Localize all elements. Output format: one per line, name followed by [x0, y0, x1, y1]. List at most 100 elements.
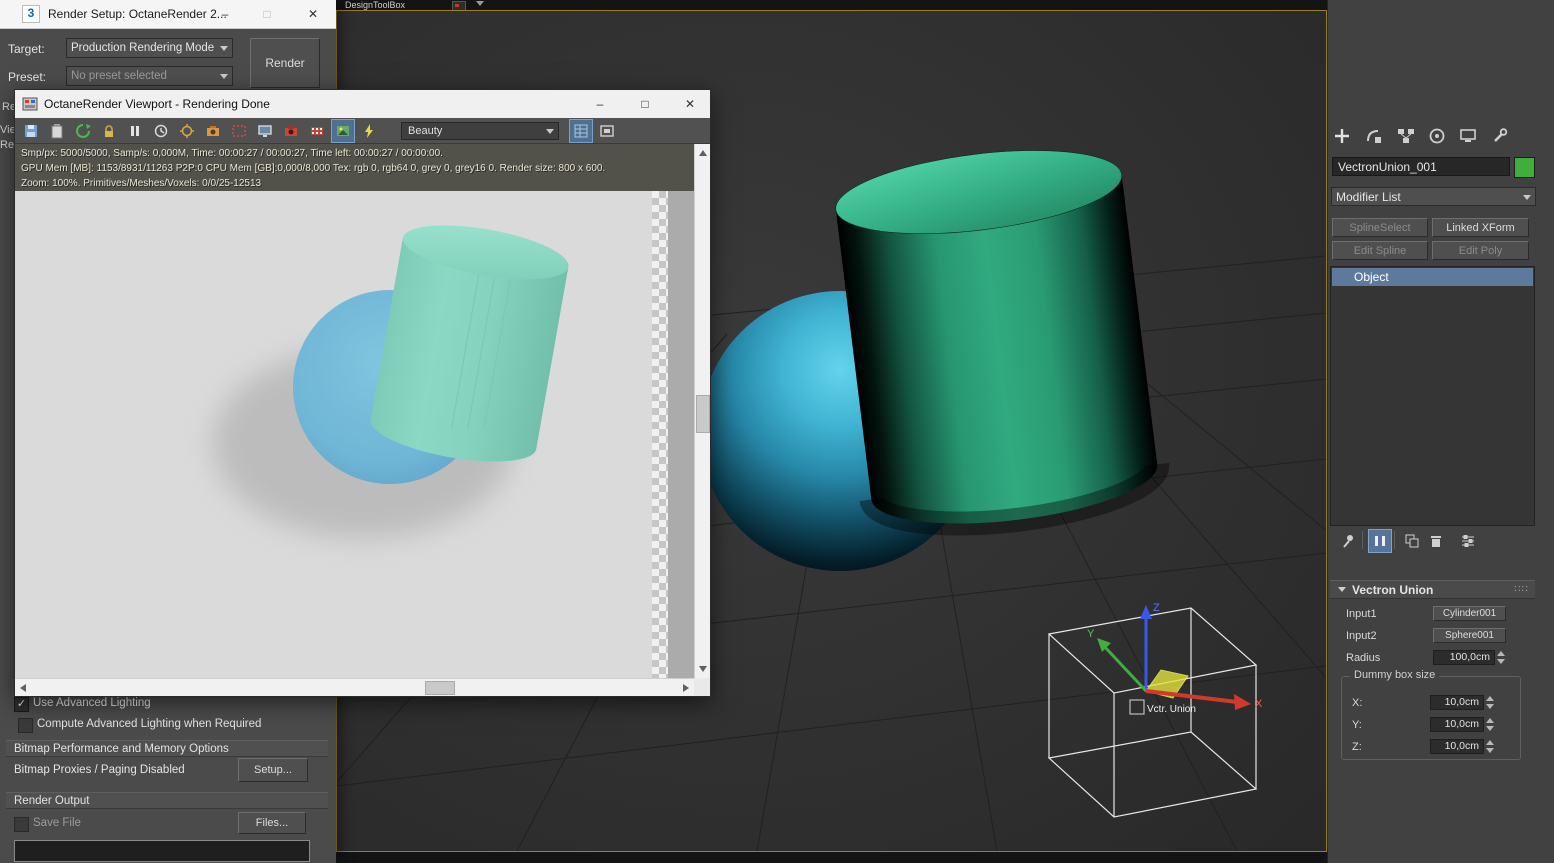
- chevron-down-icon: [220, 46, 228, 51]
- motion-tab-icon[interactable]: [1425, 124, 1449, 148]
- setup-button[interactable]: Setup...: [238, 758, 308, 782]
- octane-window-icon: [22, 97, 38, 111]
- cylinder-object[interactable]: [831, 137, 1170, 537]
- x-value[interactable]: 10,0cm: [1430, 695, 1484, 710]
- hierarchy-tab-icon[interactable]: [1394, 124, 1418, 148]
- create-tab-icon[interactable]: [1330, 124, 1354, 148]
- film-icon[interactable]: [305, 119, 329, 143]
- top-menu-bar: DesignToolBox: [336, 0, 1327, 10]
- object-color-swatch[interactable]: [1514, 157, 1535, 178]
- output-path-field[interactable]: [14, 840, 310, 862]
- command-panel: VectronUnion_001 Modifier List SplineSel…: [1327, 0, 1554, 863]
- close-button[interactable]: ✕: [302, 6, 324, 22]
- maximize-button[interactable]: □: [634, 96, 656, 112]
- z-spinner-arrows[interactable]: [1484, 739, 1495, 754]
- pin-stack-icon[interactable]: [1336, 529, 1360, 553]
- vertical-scroll-thumb[interactable]: [696, 395, 710, 433]
- render-output-header[interactable]: Render Output: [6, 792, 328, 809]
- render-setup-titlebar[interactable]: 3 Render Setup: OctaneRender 2...: [0, 0, 336, 29]
- linked-xform-button[interactable]: Linked XForm: [1432, 218, 1529, 237]
- compute-advanced-lighting-checkbox[interactable]: [18, 718, 33, 733]
- rollout-drag-handle[interactable]: ∷∷: [1514, 584, 1529, 595]
- designtoolbox-icon[interactable]: [452, 1, 466, 10]
- object-name-field[interactable]: VectronUnion_001: [1332, 157, 1510, 176]
- octane-viewport-window: OctaneRender Viewport - Rendering Done –…: [14, 89, 711, 697]
- show-end-result-icon[interactable]: [1368, 529, 1392, 553]
- horizontal-scroll-thumb[interactable]: [425, 681, 455, 695]
- horizontal-scrollbar[interactable]: [15, 678, 694, 696]
- minimize-button[interactable]: –: [214, 6, 236, 22]
- radius-spinner-arrows[interactable]: [1495, 650, 1506, 665]
- save-file-checkbox[interactable]: [14, 817, 29, 832]
- stack-item-object[interactable]: Object: [1332, 268, 1533, 286]
- remove-modifier-icon[interactable]: [1424, 529, 1448, 553]
- x-spinner[interactable]: 10,0cm: [1430, 695, 1495, 710]
- utilities-tab-icon[interactable]: [1488, 124, 1512, 148]
- camera-icon[interactable]: [201, 119, 225, 143]
- framebuffer-icon[interactable]: [595, 119, 619, 143]
- vectron-union-rollout-header[interactable]: Vectron Union ∷∷: [1330, 580, 1535, 599]
- z-label: Z:: [1352, 741, 1362, 753]
- image-margin: [668, 191, 694, 678]
- preset-dropdown[interactable]: No preset selected: [66, 66, 233, 86]
- render-region-icon[interactable]: [227, 119, 251, 143]
- chevron-down-icon[interactable]: [476, 1, 484, 6]
- screen-icon[interactable]: [253, 119, 277, 143]
- focus-picker-icon[interactable]: [175, 119, 199, 143]
- rollout-title: Vectron Union: [1352, 582, 1434, 597]
- use-advanced-lighting-checkbox[interactable]: ✓: [14, 697, 29, 712]
- vertical-scrollbar[interactable]: [694, 144, 710, 678]
- y-value[interactable]: 10,0cm: [1430, 717, 1484, 732]
- splineselect-button[interactable]: SplineSelect: [1332, 218, 1428, 237]
- reset-time-icon[interactable]: [149, 119, 173, 143]
- input2-pick-button[interactable]: Sphere001: [1433, 628, 1506, 643]
- copy-icon[interactable]: [45, 119, 69, 143]
- y-spinner-arrows[interactable]: [1484, 717, 1495, 732]
- clipped-label-fragment: Re: [0, 139, 15, 151]
- z-value[interactable]: 10,0cm: [1430, 739, 1484, 754]
- x-spinner-arrows[interactable]: [1484, 695, 1495, 710]
- rendered-image[interactable]: [15, 191, 652, 678]
- input1-pick-button[interactable]: Cylinder001: [1433, 606, 1506, 621]
- close-button[interactable]: ✕: [679, 96, 701, 112]
- texture-environment-icon[interactable]: [331, 118, 355, 143]
- modifier-stack-list[interactable]: Object: [1330, 266, 1535, 526]
- target-value: Production Rendering Mode: [71, 42, 215, 54]
- render-button[interactable]: Render: [250, 38, 320, 88]
- radius-value[interactable]: 100,0cm: [1433, 650, 1495, 665]
- y-label: Y:: [1352, 719, 1362, 731]
- edit-poly-button[interactable]: Edit Poly: [1432, 241, 1529, 260]
- target-label: Target:: [8, 42, 45, 56]
- modifier-list-dropdown[interactable]: Modifier List: [1331, 187, 1536, 206]
- restart-render-icon[interactable]: [71, 119, 95, 143]
- scroll-down-icon[interactable]: [699, 666, 707, 672]
- y-spinner[interactable]: 10,0cm: [1430, 717, 1495, 732]
- scroll-left-icon[interactable]: [20, 684, 26, 692]
- z-spinner[interactable]: 10,0cm: [1430, 739, 1495, 754]
- configure-modifier-sets-icon[interactable]: [1456, 529, 1480, 553]
- display-tab-icon[interactable]: [1456, 124, 1480, 148]
- radius-spinner[interactable]: 100,0cm: [1433, 650, 1506, 665]
- target-dropdown[interactable]: Production Rendering Mode: [66, 38, 233, 58]
- render-passes-table-icon[interactable]: [569, 118, 593, 143]
- transparent-checker-region: [652, 191, 668, 678]
- minimize-button[interactable]: –: [589, 96, 611, 112]
- modify-tab-icon[interactable]: [1362, 124, 1386, 148]
- files-button[interactable]: Files...: [238, 812, 306, 834]
- make-unique-icon[interactable]: [1400, 529, 1424, 553]
- pause-render-icon[interactable]: [123, 119, 147, 143]
- bitmap-options-header[interactable]: Bitmap Performance and Memory Options: [6, 740, 328, 757]
- chevron-down-icon: [1523, 194, 1531, 200]
- scroll-up-icon[interactable]: [699, 150, 707, 156]
- gizmo-label: Vctr. Union: [1147, 704, 1196, 715]
- viewport-bottom-strip: [336, 852, 1327, 863]
- kernel-lightning-icon[interactable]: [357, 119, 381, 143]
- render-pass-dropdown[interactable]: Beauty: [401, 121, 559, 140]
- save-icon[interactable]: [19, 119, 43, 143]
- render-status-readout: Smp/px: 5000/5000, Samp/s: 0,000M, Time:…: [15, 144, 710, 191]
- scroll-right-icon[interactable]: [683, 684, 689, 692]
- maximize-button[interactable]: □: [256, 6, 278, 22]
- render-camera-icon[interactable]: [279, 119, 303, 143]
- edit-spline-button[interactable]: Edit Spline: [1332, 241, 1428, 260]
- lock-icon[interactable]: [97, 119, 121, 143]
